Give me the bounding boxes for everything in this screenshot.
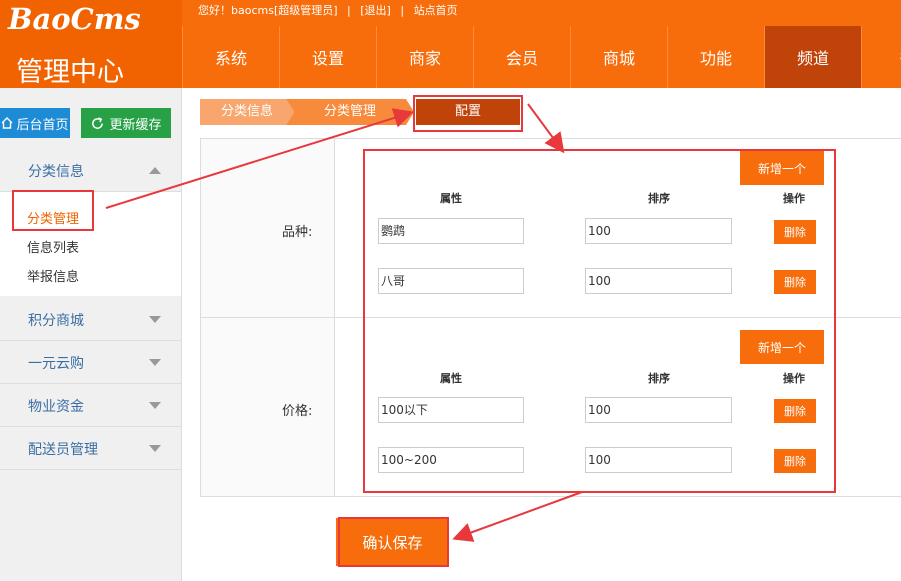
sidebar-group-property-funds[interactable]: 物业资金 <box>0 385 181 427</box>
nav-channel[interactable]: 频道 <box>764 26 861 88</box>
column-header-action: 操作 <box>783 372 805 385</box>
sidebar-sub-list: 分类管理 信息列表 举报信息 <box>0 192 181 296</box>
delete-button[interactable]: 删除 <box>774 449 816 473</box>
nav-wechat[interactable]: 微 <box>861 26 901 88</box>
sidebar-group-label: 一元云购 <box>28 355 84 372</box>
sidebar-item-report-info[interactable]: 举报信息 <box>27 266 79 285</box>
refresh-icon <box>92 116 104 129</box>
home-icon <box>1 117 13 129</box>
attr-input[interactable]: 100~200 <box>378 447 524 473</box>
nav-system[interactable]: 系统 <box>182 26 279 88</box>
nav-mall[interactable]: 商城 <box>570 26 667 88</box>
attr-input[interactable]: 八哥 <box>378 268 524 294</box>
caret-down-icon <box>149 445 161 452</box>
breadcrumb-item[interactable]: 分类信息 <box>200 99 294 125</box>
section-label-variety: 品种: <box>282 225 313 240</box>
sort-input[interactable]: 100 <box>585 447 732 473</box>
sidebar-group-label: 配送员管理 <box>28 441 98 458</box>
column-header-attr: 属性 <box>440 372 462 385</box>
admin-center-title: 管理中心 <box>16 57 124 88</box>
sidebar-group-label: 积分商城 <box>28 312 84 329</box>
sidebar-group-category-info[interactable]: 分类信息 <box>0 150 181 192</box>
annotation-arrow <box>452 491 583 542</box>
logout-link[interactable]: [退出] <box>360 4 391 17</box>
home-button[interactable]: 后台首页 <box>0 108 70 138</box>
delete-button[interactable]: 删除 <box>774 270 816 294</box>
sidebar-item-info-list[interactable]: 信息列表 <box>27 237 79 256</box>
refresh-cache-button[interactable]: 更新缓存 <box>81 108 171 138</box>
top-header: BaoCms 管理中心 您好！baocms[超级管理员] | [退出] | 站点… <box>0 0 901 88</box>
top-nav: 系统 设置 商家 会员 商城 功能 频道 微 <box>182 26 901 88</box>
logo: BaoCms <box>8 2 141 36</box>
breadcrumb-item[interactable]: 分类管理 <box>286 99 414 125</box>
sidebar-group-one-yuan[interactable]: 一元云购 <box>0 342 181 384</box>
nav-merchant[interactable]: 商家 <box>376 26 473 88</box>
sidebar: 后台首页 更新缓存 分类信息 分类管理 信息列表 举报信息 积分商城 一元云购 … <box>0 88 182 581</box>
sidebar-item-category-manage[interactable]: 分类管理 <box>27 208 79 227</box>
greeting-text: 您好！baocms[超级管理员] <box>198 4 338 17</box>
delete-button[interactable]: 删除 <box>774 399 816 423</box>
caret-down-icon <box>149 402 161 409</box>
sidebar-group-label: 物业资金 <box>28 398 84 415</box>
confirm-save-button[interactable]: 确认保存 <box>336 518 449 566</box>
sidebar-group-delivery[interactable]: 配送员管理 <box>0 428 181 470</box>
divider <box>200 317 901 318</box>
sort-input[interactable]: 100 <box>585 268 732 294</box>
site-home-link[interactable]: 站点首页 <box>414 4 458 17</box>
sidebar-group-label: 分类信息 <box>28 163 84 180</box>
logo-area: BaoCms 管理中心 <box>0 0 182 88</box>
nav-settings[interactable]: 设置 <box>279 26 376 88</box>
sort-input[interactable]: 100 <box>585 397 732 423</box>
column-header-attr: 属性 <box>440 192 462 205</box>
breadcrumb-current: 配置 <box>416 99 520 125</box>
delete-button[interactable]: 删除 <box>774 220 816 244</box>
add-row-button[interactable]: 新增一个 <box>740 330 824 364</box>
nav-member[interactable]: 会员 <box>473 26 570 88</box>
separator: | <box>347 4 351 17</box>
sort-input[interactable]: 100 <box>585 218 732 244</box>
separator: | <box>400 4 405 17</box>
caret-down-icon <box>149 359 161 366</box>
refresh-cache-label: 更新缓存 <box>109 117 162 133</box>
greeting-bar: 您好！baocms[超级管理员] | [退出] | 站点首页 <box>198 2 464 18</box>
caret-up-icon <box>149 167 161 174</box>
column-header-sort: 排序 <box>648 192 670 205</box>
sidebar-group-points-mall[interactable]: 积分商城 <box>0 299 181 341</box>
attr-input[interactable]: 鹦鹉 <box>378 218 524 244</box>
caret-down-icon <box>149 316 161 323</box>
attr-input[interactable]: 100以下 <box>378 397 524 423</box>
column-header-action: 操作 <box>783 192 805 205</box>
section-label-price: 价格: <box>282 404 313 419</box>
home-button-label: 后台首页 <box>16 117 69 133</box>
nav-function[interactable]: 功能 <box>667 26 764 88</box>
column-header-sort: 排序 <box>648 372 670 385</box>
add-row-button[interactable]: 新增一个 <box>740 151 824 185</box>
